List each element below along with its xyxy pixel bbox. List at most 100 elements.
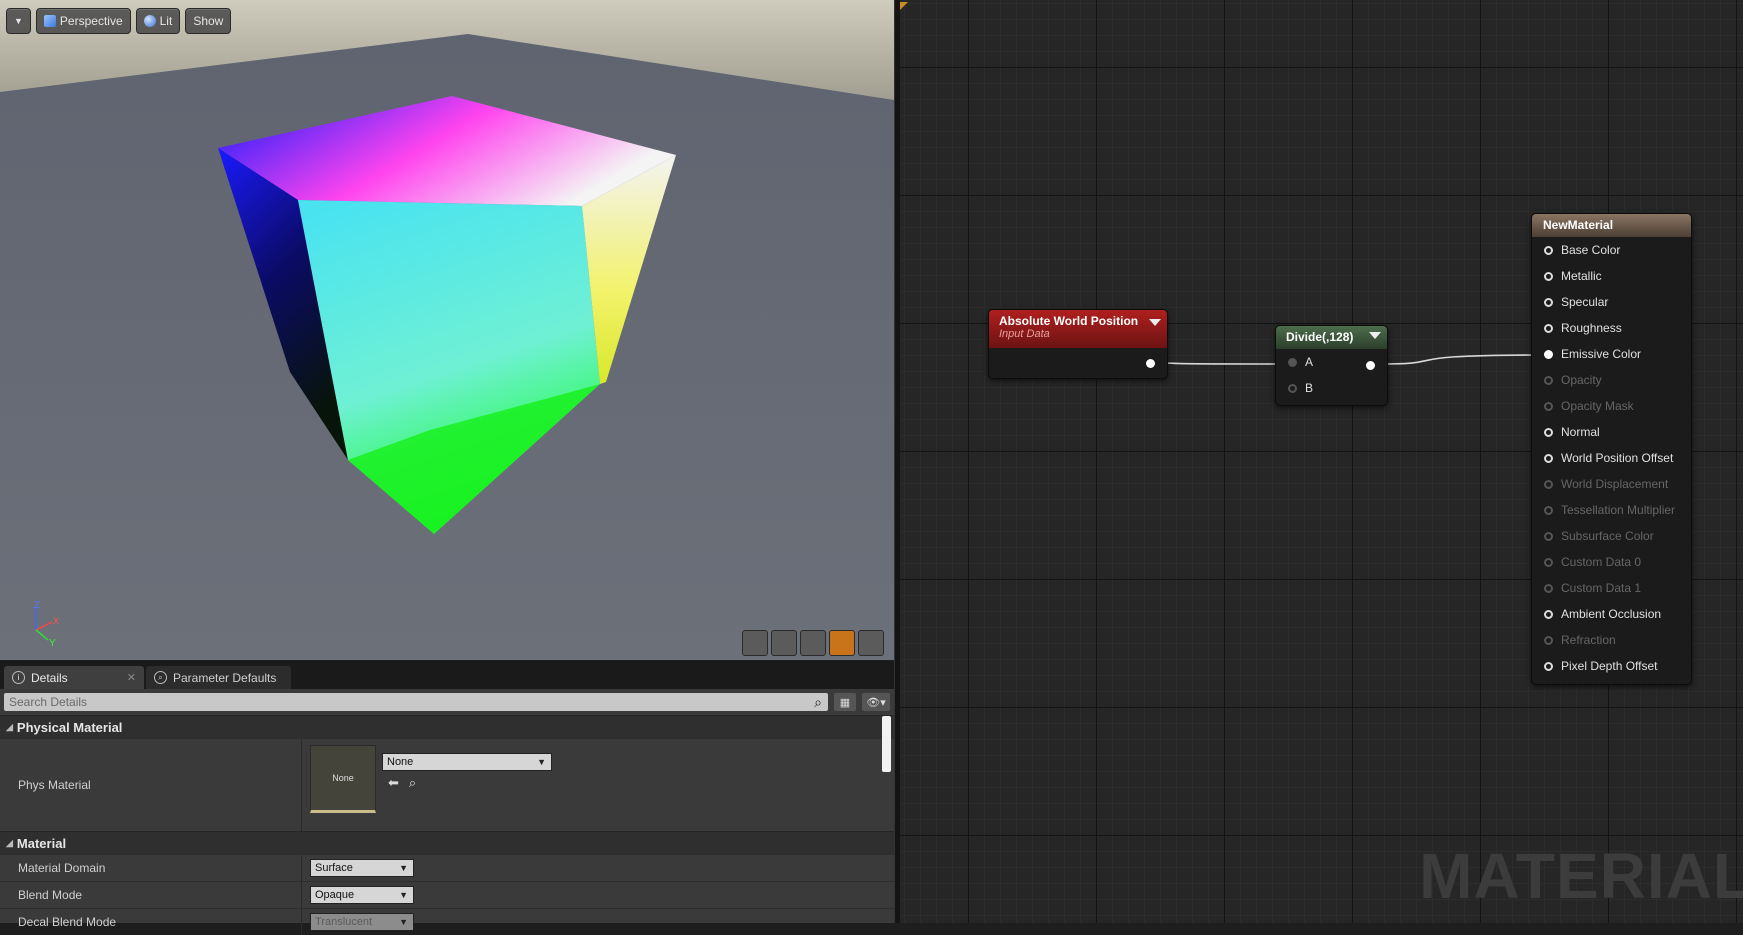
material-pins-list: Base Color Metallic Specular Roughness Emiss… — [1532, 237, 1691, 679]
material-pin-row[interactable]: Ambient Occlusion — [1532, 601, 1691, 627]
lit-button[interactable]: Lit — [135, 8, 181, 34]
material-input-pin[interactable] — [1544, 531, 1553, 541]
decal-blend-mode-combo[interactable]: Translucent ▼ — [310, 913, 414, 931]
collapse-arrow-icon: ◢ — [6, 837, 13, 848]
material-input-pin[interactable] — [1544, 375, 1553, 385]
preview-cylinder-button[interactable] — [742, 630, 768, 656]
browse-search-icon[interactable]: ⌕ — [409, 775, 416, 791]
search-details-input[interactable]: Search Details ⌕ — [4, 693, 828, 711]
material-pin-row[interactable]: Emissive Color — [1532, 341, 1691, 367]
material-pin-label: Metallic — [1561, 269, 1602, 283]
input-pin-b[interactable] — [1288, 383, 1297, 393]
details-scrollbar[interactable] — [882, 716, 891, 772]
material-input-pin[interactable] — [1544, 401, 1553, 411]
material-pin-row[interactable]: Roughness — [1532, 315, 1691, 341]
material-pin-label: Roughness — [1561, 321, 1622, 335]
material-input-pin[interactable] — [1544, 453, 1553, 463]
show-button[interactable]: Show — [185, 8, 232, 34]
material-pin-row[interactable]: World Displacement — [1532, 471, 1691, 497]
view-options-button[interactable]: 👁▾ — [862, 693, 890, 711]
tab-details[interactable]: i Details ✕ — [4, 666, 144, 689]
node-divide-output-pin[interactable] — [1366, 361, 1375, 370]
wire-awp-to-divide — [1152, 362, 1279, 365]
property-phys-material: Phys Material None None ▼ ⬅ ⌕ — [0, 738, 894, 831]
close-icon[interactable]: ✕ — [127, 671, 136, 684]
chevron-down-icon[interactable] — [1149, 319, 1161, 326]
material-input-pin[interactable] — [1544, 661, 1553, 671]
material-domain-combo[interactable]: Surface ▼ — [310, 859, 414, 877]
material-domain-label: Material Domain — [0, 855, 302, 881]
phys-material-thumbnail[interactable]: None — [310, 745, 376, 813]
property-material-domain: Material Domain Surface ▼ — [0, 854, 894, 881]
material-pin-row[interactable]: Subsurface Color — [1532, 523, 1691, 549]
material-pin-row[interactable]: Metallic — [1532, 263, 1691, 289]
material-pin-row[interactable]: Base Color — [1532, 237, 1691, 263]
material-input-pin[interactable] — [1544, 505, 1553, 515]
material-pin-label: Ambient Occlusion — [1561, 607, 1662, 621]
material-input-pin[interactable] — [1544, 635, 1553, 645]
tab-parameter-defaults-label: Parameter Defaults — [173, 670, 277, 685]
material-pin-row[interactable]: Specular — [1532, 289, 1691, 315]
material-pin-row[interactable]: Custom Data 1 — [1532, 575, 1691, 601]
node-divide-title: Divide(,128) — [1286, 330, 1354, 344]
material-graph[interactable]: Absolute World Position Input Data Divid… — [900, 0, 1743, 923]
material-pin-row[interactable]: Opacity — [1532, 367, 1691, 393]
material-input-pin[interactable] — [1544, 271, 1553, 281]
material-pin-row[interactable]: Opacity Mask — [1532, 393, 1691, 419]
material-pin-row[interactable]: Normal — [1532, 419, 1691, 445]
node-divide[interactable]: Divide(,128) A B — [1275, 325, 1388, 406]
show-label: Show — [193, 14, 224, 28]
perspective-button[interactable]: Perspective — [35, 8, 131, 34]
property-matrix-button[interactable]: ▦ — [834, 693, 856, 711]
material-input-pin[interactable] — [1544, 583, 1553, 593]
material-pin-row[interactable]: Refraction — [1532, 627, 1691, 653]
tab-parameter-defaults[interactable]: ⌕ Parameter Defaults — [146, 666, 291, 689]
material-domain-value: Surface — [315, 862, 353, 874]
preview-sphere-button[interactable] — [771, 630, 797, 656]
node-awp-header[interactable]: Absolute World Position Input Data — [989, 310, 1167, 348]
phys-material-combo[interactable]: None ▼ — [382, 753, 552, 771]
material-pin-label: Tessellation Multiplier — [1561, 503, 1676, 517]
node-awp-title: Absolute World Position — [999, 314, 1139, 328]
category-material-title: Material — [16, 835, 67, 851]
category-material[interactable]: ◢ Material — [0, 831, 894, 854]
category-physical-material[interactable]: ◢ Physical Material — [0, 715, 894, 738]
material-pin-row[interactable]: World Position Offset — [1532, 445, 1691, 471]
axis-gizmo: Z X Y — [34, 600, 59, 648]
node-divide-header[interactable]: Divide(,128) — [1276, 326, 1387, 349]
details-panel: i Details ✕ ⌕ Parameter Defaults Search … — [0, 661, 894, 935]
search-placeholder: Search Details — [9, 695, 88, 709]
lit-label: Lit — [159, 14, 173, 28]
node-awp-subtitle: Input Data — [999, 328, 1050, 340]
blend-mode-combo[interactable]: Opaque ▼ — [310, 886, 414, 904]
material-input-pin[interactable] — [1544, 479, 1553, 489]
chevron-down-icon[interactable] — [1369, 332, 1381, 339]
node-divide-input-b[interactable]: B — [1276, 375, 1387, 401]
material-input-pin[interactable] — [1544, 245, 1553, 255]
search-icon: ⌕ — [814, 694, 822, 710]
material-input-pin[interactable] — [1544, 297, 1553, 307]
material-input-pin[interactable] — [1544, 609, 1553, 619]
input-pin-a[interactable] — [1288, 357, 1297, 367]
preview-cube-button[interactable] — [829, 630, 855, 656]
viewport[interactable]: ▼ Perspective Lit Show Z X Y — [0, 0, 894, 660]
node-new-material[interactable]: NewMaterial Base Color Metallic Specular Ro… — [1531, 213, 1692, 685]
preview-mesh-button[interactable] — [858, 630, 884, 656]
material-input-pin[interactable] — [1544, 557, 1553, 567]
material-input-pin[interactable] — [1544, 323, 1553, 333]
material-input-pin[interactable] — [1544, 349, 1553, 359]
viewport-options-button[interactable]: ▼ — [6, 8, 31, 34]
material-pin-label: Opacity — [1561, 373, 1602, 387]
material-pin-row[interactable]: Tessellation Multiplier — [1532, 497, 1691, 523]
preview-plane-button[interactable] — [800, 630, 826, 656]
node-new-material-header[interactable]: NewMaterial — [1532, 214, 1691, 237]
thumbnail-text: None — [332, 773, 354, 783]
material-pin-row[interactable]: Custom Data 0 — [1532, 549, 1691, 575]
node-awp-output-pin[interactable] — [1146, 359, 1155, 368]
use-selected-arrow-icon[interactable]: ⬅ — [388, 775, 399, 791]
node-absolute-world-position[interactable]: Absolute World Position Input Data — [988, 309, 1168, 379]
material-pin-row[interactable]: Pixel Depth Offset — [1532, 653, 1691, 679]
dropdown-arrow-icon: ▼ — [399, 917, 408, 927]
material-input-pin[interactable] — [1544, 427, 1553, 437]
graph-corner-marker — [900, 2, 908, 10]
